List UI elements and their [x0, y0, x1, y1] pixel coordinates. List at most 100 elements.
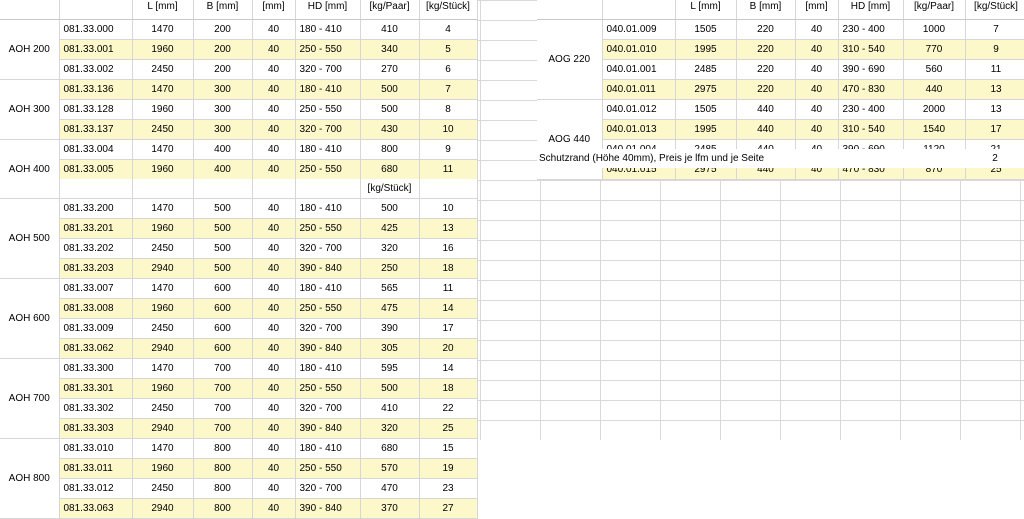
section-header-trag[interactable]: [kg/Stück] [360, 179, 420, 199]
cell-gew[interactable]: 17 [419, 318, 478, 339]
cell-len[interactable]: 1960 [132, 298, 194, 319]
cell-art[interactable]: 040.01.013 [602, 119, 676, 140]
cell-art[interactable]: 081.33.000 [59, 19, 133, 40]
cell-hoe[interactable]: 40 [252, 79, 296, 100]
cell-hd[interactable]: 180 - 410 [295, 358, 361, 379]
cell-bre[interactable]: 300 [193, 79, 253, 100]
section-header-hd[interactable] [295, 179, 361, 199]
cell-hd[interactable]: 310 - 540 [838, 39, 904, 60]
cell-len[interactable]: 1470 [132, 278, 194, 299]
cell-bre[interactable]: 500 [193, 258, 253, 279]
cell-gew[interactable]: 25 [419, 418, 478, 439]
cell-gew[interactable]: 20 [419, 338, 478, 359]
cell-trag[interactable]: 1540 [903, 119, 966, 140]
cell-art[interactable]: 081.33.009 [59, 318, 133, 339]
cell-len[interactable]: 2450 [132, 398, 194, 419]
type-cell[interactable]: AOG 220 [537, 19, 603, 100]
cell-gew[interactable]: 10 [419, 198, 478, 219]
cell-trag[interactable]: 500 [360, 378, 420, 399]
cell-hd[interactable]: 230 - 400 [838, 99, 904, 120]
cell-hd[interactable]: 250 - 550 [295, 159, 361, 180]
cell-trag[interactable]: 470 [360, 478, 420, 499]
cell-trag[interactable]: 500 [360, 198, 420, 219]
header-hoe[interactable]: Höhe[mm] [795, 0, 839, 20]
header-len[interactable]: LängeL [mm] [132, 0, 194, 20]
cell-art[interactable]: 040.01.010 [602, 39, 676, 60]
cell-hd[interactable]: 390 - 690 [838, 59, 904, 80]
cell-len[interactable]: 2940 [132, 258, 194, 279]
cell-len[interactable]: 1960 [132, 99, 194, 120]
cell-hoe[interactable]: 40 [252, 318, 296, 339]
cell-len[interactable]: 1960 [132, 218, 194, 239]
cell-gew[interactable]: 13 [965, 99, 1024, 120]
cell-trag[interactable]: 320 [360, 238, 420, 259]
cell-len[interactable]: 1470 [132, 438, 194, 459]
cell-len[interactable]: 1470 [132, 19, 194, 40]
cell-gew[interactable]: 23 [419, 478, 478, 499]
cell-len[interactable]: 2940 [132, 498, 194, 519]
cell-gew[interactable]: 5 [419, 39, 478, 60]
header-len[interactable]: LängeL [mm] [675, 0, 737, 20]
cell-bre[interactable]: 300 [193, 99, 253, 120]
cell-trag[interactable]: 2000 [903, 99, 966, 120]
cell-trag[interactable]: 800 [360, 139, 420, 160]
cell-hoe[interactable]: 40 [252, 198, 296, 219]
cell-trag[interactable]: 680 [360, 159, 420, 180]
cell-bre[interactable]: 700 [193, 378, 253, 399]
cell-len[interactable]: 2450 [132, 318, 194, 339]
cell-bre[interactable]: 600 [193, 318, 253, 339]
cell-len[interactable]: 1995 [675, 39, 737, 60]
cell-trag[interactable]: 770 [903, 39, 966, 60]
cell-bre[interactable]: 400 [193, 139, 253, 160]
header-bre[interactable]: BreiteB [mm] [193, 0, 253, 20]
section-header-gew[interactable] [419, 179, 478, 199]
cell-art[interactable]: 081.33.203 [59, 258, 133, 279]
cell-hoe[interactable]: 40 [252, 278, 296, 299]
cell-bre[interactable]: 200 [193, 39, 253, 60]
cell-gew[interactable]: 27 [419, 498, 478, 519]
cell-gew[interactable]: 17 [965, 119, 1024, 140]
cell-hoe[interactable]: 40 [795, 19, 839, 40]
cell-hoe[interactable]: 40 [252, 39, 296, 60]
cell-hd[interactable]: 320 - 700 [295, 318, 361, 339]
cell-art[interactable]: 081.33.011 [59, 458, 133, 479]
cell-len[interactable]: 1505 [675, 99, 737, 120]
cell-bre[interactable]: 600 [193, 298, 253, 319]
cell-hd[interactable]: 180 - 410 [295, 198, 361, 219]
cell-hd[interactable]: 250 - 550 [295, 378, 361, 399]
cell-gew[interactable]: 9 [965, 39, 1024, 60]
section-header-bre[interactable] [193, 179, 253, 199]
cell-gew[interactable]: 9 [419, 139, 478, 160]
cell-trag[interactable]: 560 [903, 59, 966, 80]
cell-trag[interactable]: 270 [360, 59, 420, 80]
cell-hd[interactable]: 320 - 700 [295, 398, 361, 419]
cell-hoe[interactable]: 40 [252, 298, 296, 319]
cell-hd[interactable]: 180 - 410 [295, 19, 361, 40]
header-hoe[interactable]: Höhe[mm] [252, 0, 296, 20]
cell-gew[interactable]: 10 [419, 119, 478, 140]
cell-gew[interactable]: 14 [419, 298, 478, 319]
cell-trag[interactable]: 410 [360, 398, 420, 419]
cell-len[interactable]: 1995 [675, 119, 737, 140]
cell-trag[interactable]: 475 [360, 298, 420, 319]
cell-art[interactable]: 081.33.302 [59, 398, 133, 419]
cell-len[interactable]: 1470 [132, 139, 194, 160]
cell-bre[interactable]: 220 [736, 19, 796, 40]
cell-art[interactable]: 081.33.004 [59, 139, 133, 160]
header-hd[interactable]: Höhendif.HD [mm] [295, 0, 361, 20]
cell-art[interactable]: 081.33.136 [59, 79, 133, 100]
cell-hd[interactable]: 250 - 550 [295, 298, 361, 319]
cell-art[interactable]: 081.33.062 [59, 338, 133, 359]
cell-gew[interactable]: 14 [419, 358, 478, 379]
cell-bre[interactable]: 440 [736, 119, 796, 140]
cell-trag[interactable]: 410 [360, 19, 420, 40]
cell-hd[interactable]: 470 - 830 [838, 79, 904, 100]
cell-len[interactable]: 1960 [132, 39, 194, 60]
cell-len[interactable]: 2940 [132, 338, 194, 359]
cell-trag[interactable]: 1000 [903, 19, 966, 40]
header-hd[interactable]: Höhendif.HD [mm] [838, 0, 904, 20]
type-cell[interactable]: AOH 300 [0, 79, 60, 140]
cell-gew[interactable]: 13 [419, 218, 478, 239]
cell-hd[interactable]: 390 - 840 [295, 418, 361, 439]
cell-hd[interactable]: 390 - 840 [295, 498, 361, 519]
